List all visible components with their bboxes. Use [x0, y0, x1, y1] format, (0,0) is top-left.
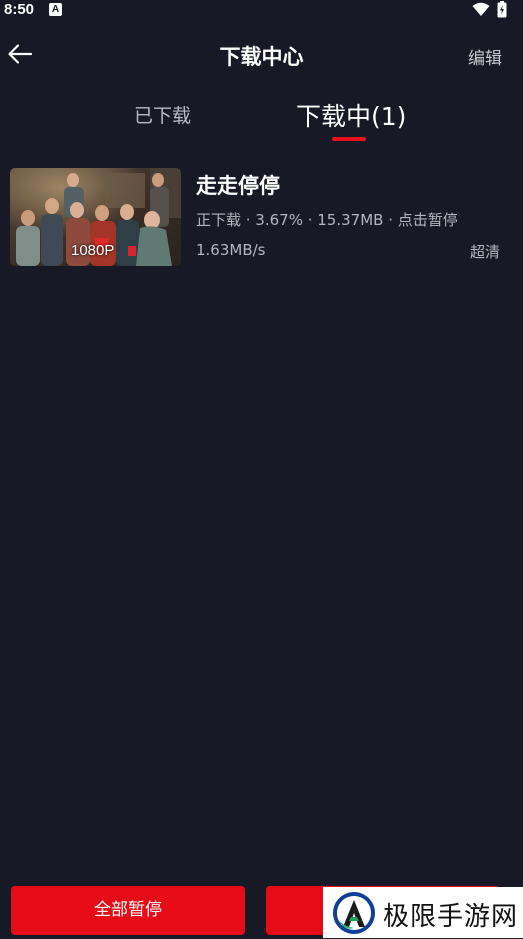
watermark: 极限手游网: [323, 887, 523, 938]
watermark-logo-icon: [331, 891, 377, 939]
active-tab-indicator: [332, 137, 366, 141]
status-time: 8:50: [4, 1, 35, 18]
video-title: 走走停停: [196, 174, 280, 198]
pause-all-button[interactable]: 全部暂停: [11, 886, 245, 935]
status-bar: 8:50 A: [0, 0, 523, 22]
tab-downloaded[interactable]: 已下载: [134, 101, 191, 128]
video-thumbnail: 1080P: [10, 168, 181, 266]
wifi-icon: [472, 2, 490, 21]
tab-downloading[interactable]: 下载中(1): [296, 97, 406, 133]
page-title: 下载中心: [219, 45, 304, 69]
download-status[interactable]: 正下载 · 3.67% · 15.37MB · 点击暂停: [196, 209, 458, 230]
download-speed: 1.63MB/s: [196, 241, 266, 259]
edit-button[interactable]: 编辑: [468, 44, 502, 69]
watermark-text: 极限手游网: [383, 902, 519, 932]
notification-a-icon: A: [49, 3, 62, 16]
download-list-item[interactable]: 1080P 走走停停 正下载 · 3.67% · 15.37MB · 点击暂停 …: [10, 168, 513, 266]
battery-icon: [497, 1, 507, 22]
resolution-badge: 1080P: [71, 242, 115, 259]
top-app-bar: 下载中心 编辑: [0, 30, 523, 78]
quality-label: 超清: [469, 243, 500, 261]
